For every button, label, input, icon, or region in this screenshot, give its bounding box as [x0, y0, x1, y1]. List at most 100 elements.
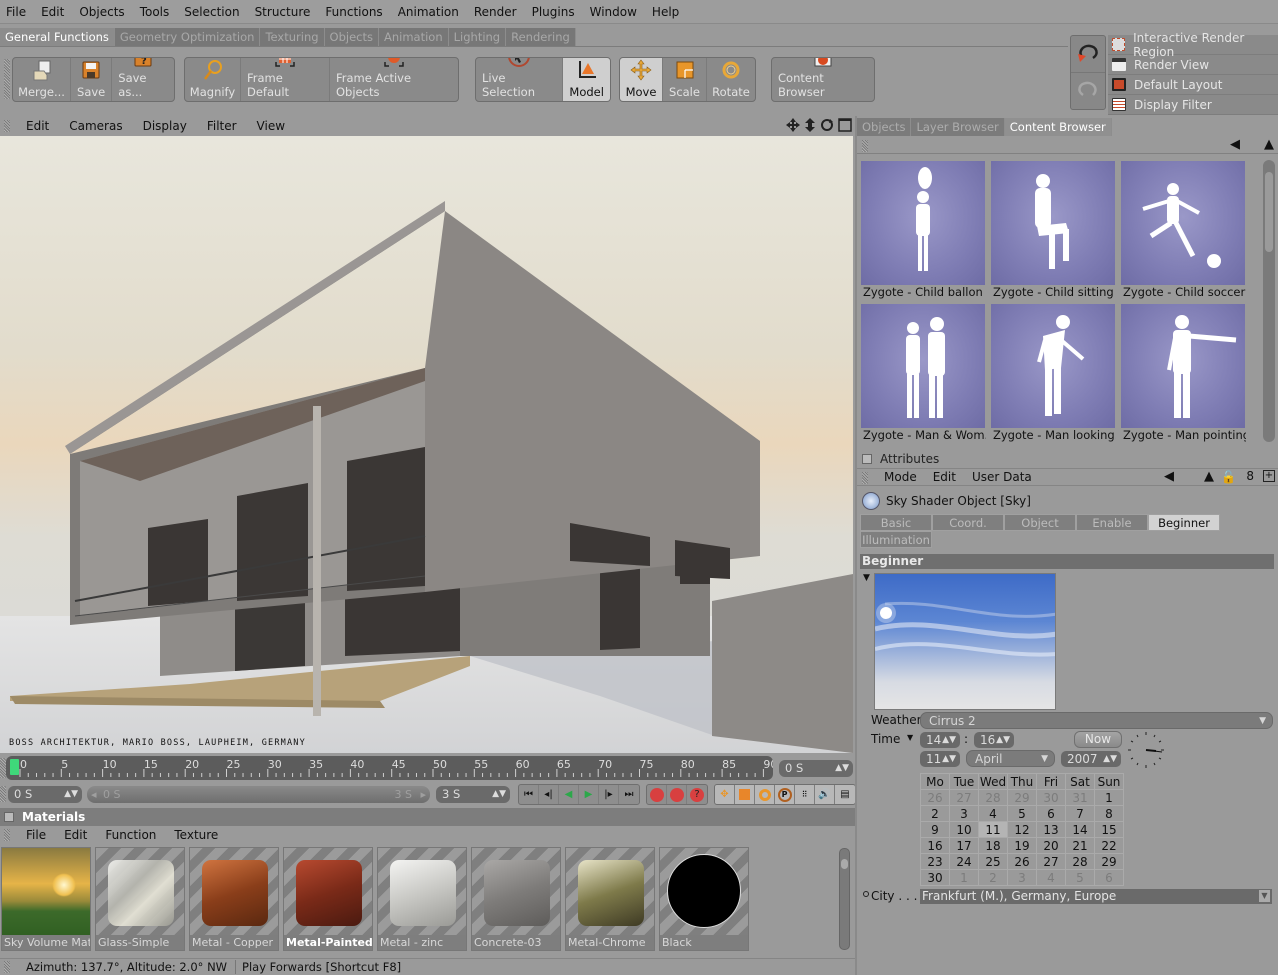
maximize-icon[interactable] — [838, 118, 852, 135]
menu-edit[interactable]: Edit — [41, 5, 64, 19]
lock-icon[interactable]: 🔓 — [1221, 470, 1236, 484]
attributes-up-icon[interactable]: ▲ — [1204, 469, 1214, 484]
go-to-start-button[interactable]: ⏮ — [519, 785, 539, 804]
materials-scroll-thumb[interactable] — [841, 859, 848, 869]
weather-dropdown[interactable]: Cirrus 2 ▼ — [920, 712, 1273, 729]
undo-button[interactable] — [1071, 36, 1105, 73]
key-point-level-button[interactable]: ⠿ — [795, 785, 815, 804]
panel-divider[interactable] — [855, 116, 857, 975]
merge-button[interactable]: Merge... — [13, 58, 71, 101]
dolly-icon[interactable] — [804, 118, 816, 135]
calendar-day[interactable]: 13 — [1036, 821, 1066, 838]
content-item-man-looking[interactable]: Zygote - Man looking.. — [991, 304, 1116, 445]
material-sky-volume[interactable]: Sky Volume Mat — [1, 847, 91, 951]
materials-panel-toggle[interactable] — [4, 812, 14, 822]
up-arrow-icon[interactable]: ▲ — [1264, 137, 1274, 152]
content-browser-scrollbar[interactable] — [1263, 160, 1275, 442]
menu-selection[interactable]: Selection — [184, 5, 239, 19]
calendar-day[interactable]: 25 — [978, 853, 1008, 870]
collapse-arrow-icon[interactable]: ▼ — [863, 573, 870, 583]
materials-menu-file[interactable]: File — [26, 828, 46, 842]
city-radio[interactable] — [863, 891, 869, 897]
viewport-grip[interactable] — [4, 120, 10, 132]
time-options-arrow-icon[interactable]: ▼ — [907, 733, 913, 742]
3d-viewport[interactable]: BOSS ARCHITEKTUR, MARIO BOSS, LAUPHEIM, … — [0, 136, 853, 753]
month-dropdown[interactable]: April ▼ — [966, 750, 1055, 767]
tab-objects-manager[interactable]: Objects — [857, 118, 912, 136]
preview-range-slider[interactable]: ◂ 0 S 3 S ▸ — [87, 786, 430, 803]
go-to-end-button[interactable]: ⏭ — [619, 785, 639, 804]
tab-animation[interactable]: Animation — [378, 28, 449, 46]
menu-plugins[interactable]: Plugins — [532, 5, 575, 19]
sound-button[interactable]: 🔊 — [815, 785, 835, 804]
calendar-day-other-month[interactable]: 29 — [1007, 789, 1037, 806]
day-field[interactable]: 11 ▲▼ — [920, 751, 960, 767]
calendar-day[interactable]: 11 — [978, 821, 1008, 838]
new-panel-icon[interactable]: + — [1263, 470, 1275, 482]
key-parameter-button[interactable]: P — [775, 785, 795, 804]
calendar-day[interactable]: 2 — [920, 805, 950, 822]
attr-tab-coord[interactable]: Coord. — [932, 514, 1004, 531]
materials-menu-texture[interactable]: Texture — [174, 828, 218, 842]
calendar-day[interactable]: 28 — [1065, 853, 1095, 870]
attributes-grip[interactable] — [862, 472, 868, 484]
attr-tab-illumination[interactable]: Illumination — [860, 531, 932, 548]
frame-active-objects-button[interactable]: Frame Active Objects — [330, 58, 458, 101]
live-selection-button[interactable]: Live Selection — [476, 58, 564, 101]
tab-texturing[interactable]: Texturing — [260, 28, 325, 46]
orbit-icon[interactable] — [820, 118, 834, 135]
content-item-man-woman[interactable]: Zygote - Man & Wom.. — [861, 304, 986, 445]
content-browser-scroll-thumb[interactable] — [1265, 172, 1273, 252]
viewport-menu-filter[interactable]: Filter — [207, 119, 237, 133]
calendar-day-other-month[interactable]: 1 — [949, 869, 979, 886]
calendar-day[interactable]: 26 — [1007, 853, 1037, 870]
menu-animation[interactable]: Animation — [398, 5, 459, 19]
calendar-day[interactable]: 9 — [920, 821, 950, 838]
calendar-day[interactable]: 6 — [1036, 805, 1066, 822]
calendar-day-other-month[interactable]: 31 — [1065, 789, 1095, 806]
minute-field[interactable]: 16 ▲▼ — [974, 732, 1014, 748]
tab-general-functions[interactable]: General Functions — [0, 28, 115, 46]
calendar-day[interactable]: 10 — [949, 821, 979, 838]
play-forwards-button[interactable]: ▶ — [579, 785, 599, 804]
calendar-day-other-month[interactable]: 6 — [1094, 869, 1124, 886]
now-button[interactable]: Now — [1074, 731, 1122, 748]
calendar-day-other-month[interactable]: 2 — [978, 869, 1008, 886]
calendar-day[interactable]: 17 — [949, 837, 979, 854]
range-left-arrow-icon[interactable]: ◂ — [91, 786, 97, 803]
calendar-day[interactable]: 18 — [978, 837, 1008, 854]
calendar-day-other-month[interactable]: 4 — [1036, 869, 1066, 886]
calendar-day[interactable]: 23 — [920, 853, 950, 870]
default-layout-item[interactable]: Default Layout — [1108, 75, 1278, 95]
timeline-window-button[interactable]: ▤ — [835, 785, 855, 804]
calendar-day[interactable]: 8 — [1094, 805, 1124, 822]
calendar-day[interactable]: 29 — [1094, 853, 1124, 870]
menu-render[interactable]: Render — [474, 5, 517, 19]
timeline-ruler[interactable]: 0 5 10 15 20 25 30 35 40 45 50 55 60 65 70 75 80 85 90 — [6, 756, 773, 780]
previous-key-button[interactable]: ◂| — [539, 785, 559, 804]
material-metal-chrome[interactable]: Metal-Chrome — [565, 847, 655, 951]
tab-rendering[interactable]: Rendering — [506, 28, 576, 46]
attributes-menu-edit[interactable]: Edit — [933, 470, 956, 484]
key-scale-button[interactable] — [735, 785, 755, 804]
save-as-button[interactable]: ? Save as... — [112, 58, 174, 101]
attr-tab-enable[interactable]: Enable — [1076, 514, 1148, 531]
calendar-day-other-month[interactable]: 5 — [1065, 869, 1095, 886]
content-item-man-pointing[interactable]: Zygote - Man pointing — [1121, 304, 1246, 445]
content-item-child-ballon[interactable]: Zygote - Child ballon — [861, 161, 986, 302]
link-icon[interactable]: 8 — [1246, 469, 1254, 483]
attributes-menu-mode[interactable]: Mode — [884, 470, 917, 484]
materials-scrollbar[interactable] — [839, 848, 850, 950]
end-time-field[interactable]: 3 S ▲▼ — [436, 786, 510, 803]
tab-objects[interactable]: Objects — [324, 28, 379, 46]
attributes-back-icon[interactable]: ◀ — [1164, 469, 1174, 484]
redo-button[interactable] — [1071, 73, 1105, 109]
calendar-day-other-month[interactable]: 30 — [1036, 789, 1066, 806]
move-button[interactable]: Move — [620, 58, 663, 101]
calendar-day-other-month[interactable]: 28 — [978, 789, 1008, 806]
tab-lighting[interactable]: Lighting — [448, 28, 507, 46]
display-filter-item[interactable]: Display Filter — [1108, 95, 1278, 115]
calendar-day[interactable]: 4 — [978, 805, 1008, 822]
tab-layer-browser[interactable]: Layer Browser — [911, 118, 1005, 136]
calendar-day[interactable]: 3 — [949, 805, 979, 822]
